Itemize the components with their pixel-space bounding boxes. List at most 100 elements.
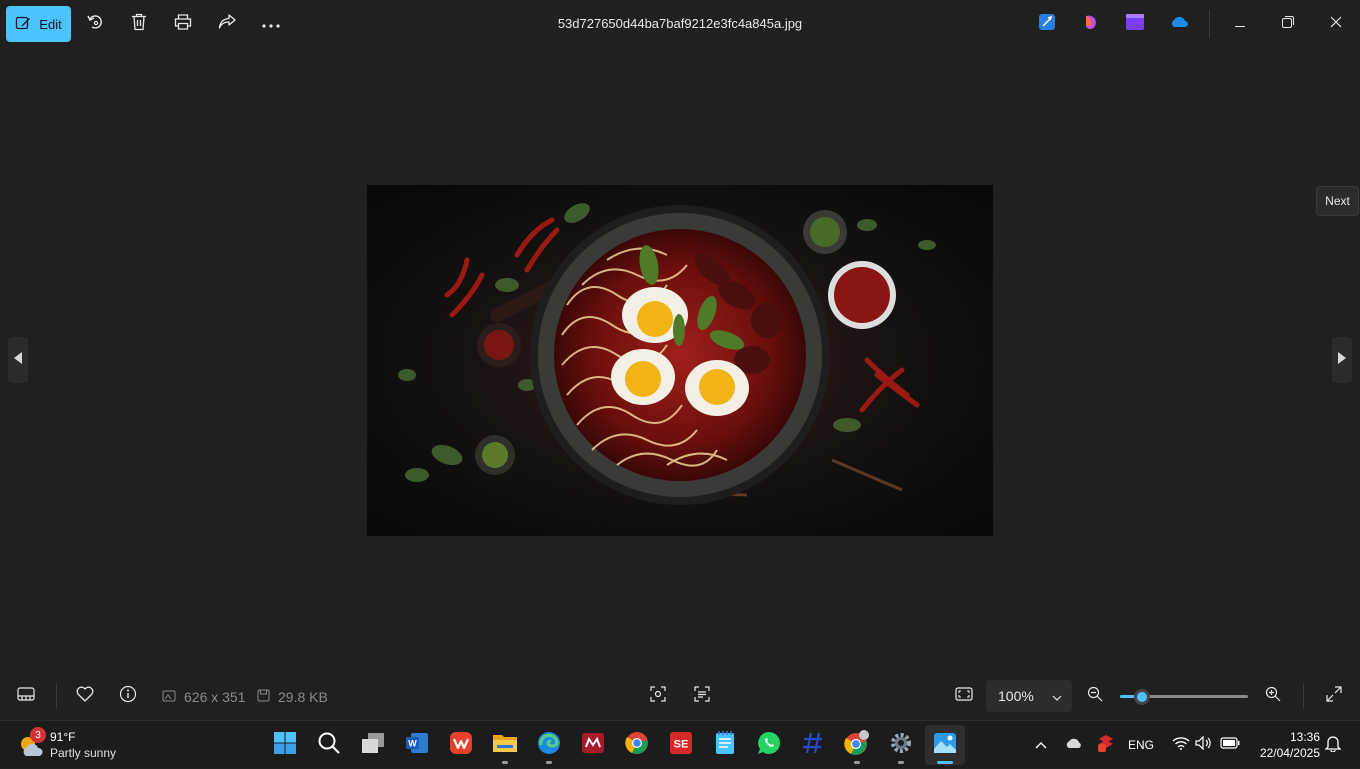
visual-search-button[interactable] <box>642 680 674 712</box>
weather-widget[interactable]: 3 91°F Partly sunny <box>16 727 156 763</box>
photos-app-window: Edit 53d727650d44ba7baf9212e3fc4a845a.jp… <box>0 0 1360 720</box>
previous-button[interactable] <box>8 337 28 383</box>
full-screen-button[interactable] <box>1318 680 1350 712</box>
show-hidden-icons-button[interactable] <box>1030 721 1052 769</box>
clipchamp-button[interactable] <box>1075 8 1107 40</box>
designer-button[interactable] <box>1031 8 1063 40</box>
tray-onedrive[interactable] <box>1062 721 1086 769</box>
visual-search-icon <box>650 685 666 707</box>
photo-ramen-bowl[interactable] <box>367 185 993 536</box>
maximize-button[interactable] <box>1265 4 1311 44</box>
zoom-level-dropdown[interactable]: 100% <box>986 680 1072 712</box>
taskbar-app-photos[interactable] <box>925 725 965 765</box>
filmstrip-icon <box>17 686 35 706</box>
chevron-down-icon <box>1052 688 1062 704</box>
task-view-button[interactable] <box>353 725 393 765</box>
taskbar-app-hash[interactable] <box>793 725 833 765</box>
more-options-button[interactable] <box>255 8 287 40</box>
tray-volume[interactable] <box>1193 721 1215 769</box>
active-indicator <box>937 761 953 764</box>
taskbar-app-mendeley[interactable] <box>573 725 613 765</box>
taskbar-app-file-explorer[interactable] <box>485 725 525 765</box>
edge-icon <box>537 731 561 760</box>
taskbar-app-word[interactable]: W <box>397 725 437 765</box>
zoom-in-button[interactable] <box>1257 680 1289 712</box>
fit-window-icon <box>955 686 973 706</box>
scan-text-button[interactable] <box>686 680 718 712</box>
close-icon <box>1330 15 1342 33</box>
edit-icon <box>15 15 31 34</box>
clipchamp-icon <box>1083 14 1099 35</box>
rotate-icon <box>86 13 104 36</box>
file-name: 53d727650d44ba7baf9212e3fc4a845a.jpg <box>557 16 803 31</box>
tray-app-icon <box>1097 734 1115 757</box>
taskbar-app-chrome-profile[interactable] <box>837 725 877 765</box>
favorite-button[interactable] <box>69 680 101 712</box>
tray-app[interactable] <box>1094 721 1118 769</box>
print-button[interactable] <box>167 8 199 40</box>
onedrive-icon <box>1169 15 1189 33</box>
notifications-button[interactable] <box>1322 721 1344 769</box>
video-editor-icon <box>1126 13 1144 35</box>
dimensions-icon <box>162 689 176 705</box>
delete-button[interactable] <box>123 8 155 40</box>
dimensions-value: 626 x 351 <box>184 689 246 705</box>
file-size: 29.8 KB <box>257 689 328 705</box>
notepad-icon <box>714 730 736 760</box>
arrow-left-icon <box>13 351 23 369</box>
taskbar-app-chrome[interactable] <box>617 725 657 765</box>
taskbar-search-button[interactable] <box>309 725 349 765</box>
running-indicator <box>502 761 508 764</box>
start-button[interactable] <box>265 725 305 765</box>
scan-text-icon <box>694 685 710 707</box>
notification-bell-icon <box>1324 734 1342 757</box>
delete-icon <box>131 13 147 36</box>
taskbar-app-edge[interactable] <box>529 725 569 765</box>
photos-icon <box>933 732 957 759</box>
filmstrip-button[interactable] <box>10 680 42 712</box>
onedrive-tray-icon <box>1065 736 1083 754</box>
volume-icon <box>1195 735 1213 755</box>
wifi-icon <box>1172 736 1190 755</box>
expand-icon <box>1326 685 1342 707</box>
next-button[interactable] <box>1332 337 1352 383</box>
save-icon <box>257 689 270 705</box>
onedrive-button[interactable] <box>1163 8 1195 40</box>
close-button[interactable] <box>1313 4 1359 44</box>
zoom-slider-thumb[interactable] <box>1134 689 1150 705</box>
toolbar-divider <box>1209 10 1210 38</box>
tray-battery[interactable] <box>1218 721 1242 769</box>
minimize-button[interactable] <box>1217 4 1263 44</box>
svg-text:SE: SE <box>674 738 689 750</box>
zoom-out-icon <box>1087 686 1103 707</box>
minimize-icon <box>1235 15 1245 33</box>
zoom-out-button[interactable] <box>1079 680 1111 712</box>
word-icon: W <box>405 732 429 759</box>
file-size-value: 29.8 KB <box>278 689 328 705</box>
whatsapp-icon <box>757 731 781 760</box>
tray-wifi[interactable] <box>1170 721 1192 769</box>
more-icon <box>262 15 280 33</box>
taskbar-app-whatsapp[interactable] <box>749 725 789 765</box>
taskbar-app-se[interactable]: SE <box>661 725 701 765</box>
weather-temp: 91°F <box>50 730 76 744</box>
share-button[interactable] <box>211 8 243 40</box>
chevron-up-icon <box>1035 736 1047 754</box>
fit-to-window-button[interactable] <box>948 680 980 712</box>
weather-condition: Partly sunny <box>50 746 117 760</box>
rotate-button[interactable] <box>79 8 111 40</box>
heart-icon <box>76 686 94 707</box>
bottom-toolbar: 626 x 351 29.8 KB 100% <box>0 672 1360 720</box>
edit-button[interactable]: Edit <box>6 6 71 42</box>
running-indicator <box>854 761 860 764</box>
designer-icon <box>1039 13 1055 35</box>
taskbar-app-notepad[interactable] <box>705 725 745 765</box>
system-clock[interactable]: 13:36 22/04/2025 <box>1250 729 1320 761</box>
input-language[interactable]: ENG <box>1128 738 1154 752</box>
taskbar-app-settings[interactable] <box>881 725 921 765</box>
file-info-button[interactable] <box>112 680 144 712</box>
running-indicator <box>898 761 904 764</box>
zoom-level-value: 100% <box>998 688 1034 704</box>
video-editor-button[interactable] <box>1119 8 1151 40</box>
taskbar-app-wps[interactable] <box>441 725 481 765</box>
